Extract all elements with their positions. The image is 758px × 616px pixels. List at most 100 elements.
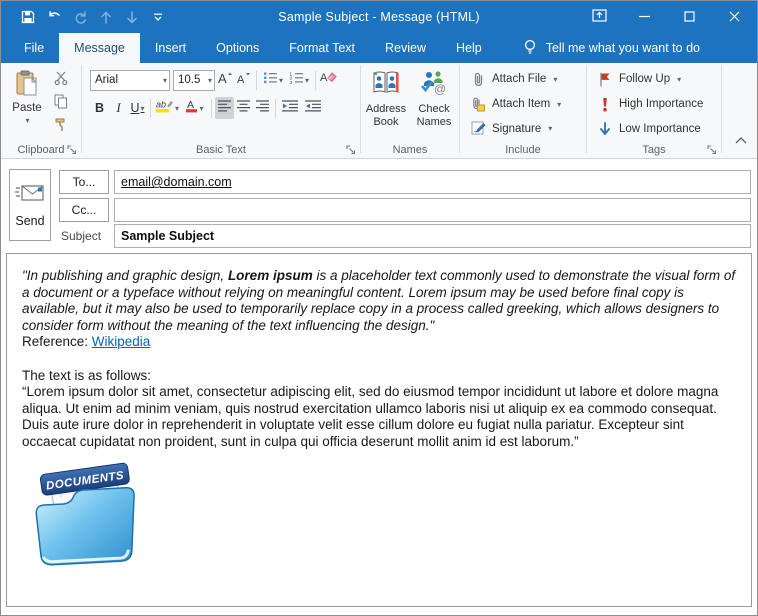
bold-button[interactable]: B [90,97,109,119]
group-tags: Follow Up ▾ High Importance Low Importan… [587,63,721,158]
align-center-button[interactable] [234,97,253,119]
address-book-button[interactable]: Address Book [363,68,409,140]
paste-label: Paste [12,102,41,114]
paste-button[interactable]: Paste ▾ [7,67,47,140]
maximize-button[interactable] [667,1,712,33]
down-arrow-icon [597,121,613,137]
font-color-button[interactable]: A ▾ [181,97,208,119]
ribbon-tail [722,63,757,158]
clipboard-dialog-launcher[interactable] [67,143,78,154]
attach-item-button[interactable]: Attach Item ▾ [470,93,582,116]
chevron-down-icon: ▾ [163,76,167,85]
minimize-button[interactable] [622,1,667,33]
tell-me-box[interactable]: Tell me what you want to do [523,33,700,63]
font-size-combo[interactable]: 10.5 ▾ [173,70,215,91]
shrink-font-button[interactable]: A [234,69,253,91]
chevron-down-icon: ▾ [199,104,203,113]
signature-button[interactable]: Signature ▾ [470,117,582,140]
flag-icon [597,71,613,87]
font-name-value: Arial [95,74,118,86]
numbering-button[interactable]: 123 ▾ [286,69,312,91]
underline-button[interactable]: U▾ [128,97,147,119]
wikipedia-link[interactable]: Wikipedia [92,334,151,349]
documents-folder-image[interactable]: DOCUMENTS [24,456,144,574]
tab-options[interactable]: Options [201,33,274,63]
tab-message[interactable]: Message [59,33,140,63]
tab-review[interactable]: Review [370,33,441,63]
bullets-button[interactable]: ▾ [260,69,286,91]
format-painter-icon [54,117,68,137]
collapse-ribbon-button[interactable] [734,132,748,150]
align-right-button[interactable] [253,97,272,119]
send-button[interactable]: Send [9,169,51,241]
signature-icon [470,121,486,137]
check-names-label: Check Names [411,103,457,129]
undo-icon [47,11,62,24]
chevron-down-icon: ▾ [25,116,29,125]
group-label-include: Include [460,144,586,156]
reference-line: Reference: Wikipedia [22,334,736,351]
follow-up-button[interactable]: Follow Up ▾ [597,68,717,91]
copy-button[interactable] [51,95,71,112]
cc-field[interactable] [114,198,751,222]
ribbon-display-options-icon [592,9,607,25]
message-body[interactable]: "In publishing and graphic design, Lorem… [6,253,752,607]
basic-text-dialog-launcher[interactable] [346,143,357,154]
redo-button[interactable] [67,4,93,30]
check-names-button[interactable]: @ Check Names [411,68,457,140]
to-field[interactable]: email@domain.com [114,170,751,194]
previous-item-button[interactable] [93,4,119,30]
save-icon [21,10,35,24]
increase-indent-button[interactable] [302,97,325,119]
tab-format-text[interactable]: Format Text [274,33,370,63]
tab-file[interactable]: File [9,33,59,63]
decrease-indent-button[interactable] [279,97,302,119]
message-header: Send To... email@domain.com Cc... Subjec… [1,159,757,253]
group-label-basic-text: Basic Text [82,144,360,156]
signature-label: Signature [492,123,541,135]
text-highlight-button[interactable]: ab ▾ [154,97,181,119]
save-button[interactable] [15,4,41,30]
ribbon-tab-bar: File Message Insert Options Format Text … [1,33,757,63]
tab-insert[interactable]: Insert [140,33,201,63]
undo-button[interactable] [41,4,67,30]
reference-label: Reference: [22,334,92,349]
attach-item-label: Attach Item [492,98,550,110]
address-book-icon [372,70,400,100]
group-include: Attach File ▾ Attach Item ▾ Signature ▾ … [460,63,586,158]
tags-dialog-launcher[interactable] [707,143,718,154]
high-importance-button[interactable]: High Importance [597,93,717,116]
italic-button[interactable]: I [109,97,128,119]
attach-file-button[interactable]: Attach File ▾ [470,68,582,91]
body-paragraph-1: "In publishing and graphic design, Lorem… [22,268,736,334]
font-name-combo[interactable]: Arial ▾ [90,70,170,91]
ribbon-display-options-button[interactable] [577,1,622,33]
svg-text:A: A [187,99,194,111]
customize-quick-access-button[interactable] [145,4,171,30]
tab-help[interactable]: Help [441,33,497,63]
divider [315,71,316,90]
cc-button[interactable]: Cc... [59,198,109,222]
low-importance-button[interactable]: Low Importance [597,117,717,140]
body-paragraph-2-intro: The text is as follows: [22,368,736,385]
redo-icon [73,11,87,24]
next-item-button[interactable] [119,4,145,30]
arrow-up-icon [100,11,112,24]
to-button[interactable]: To... [59,170,109,194]
font-row: Arial ▾ 10.5 ▾ A A ▾ [90,68,356,92]
grow-font-button[interactable]: A [215,69,234,91]
chevron-down-icon: ▾ [553,75,557,84]
chevron-down-icon: ▾ [677,75,681,84]
arrow-down-icon [126,11,138,24]
align-left-button[interactable] [215,97,234,119]
close-button[interactable] [712,1,757,33]
format-painter-button[interactable] [51,118,71,135]
cut-button[interactable] [51,72,71,89]
svg-text:A: A [237,74,245,85]
to-value: email@domain.com [121,175,232,189]
subject-field[interactable]: Sample Subject [114,224,751,248]
svg-text:@: @ [434,82,446,96]
group-names: Address Book @ Check Names Names [361,63,459,158]
window-controls [577,1,757,33]
clear-formatting-button[interactable]: A [319,69,338,91]
